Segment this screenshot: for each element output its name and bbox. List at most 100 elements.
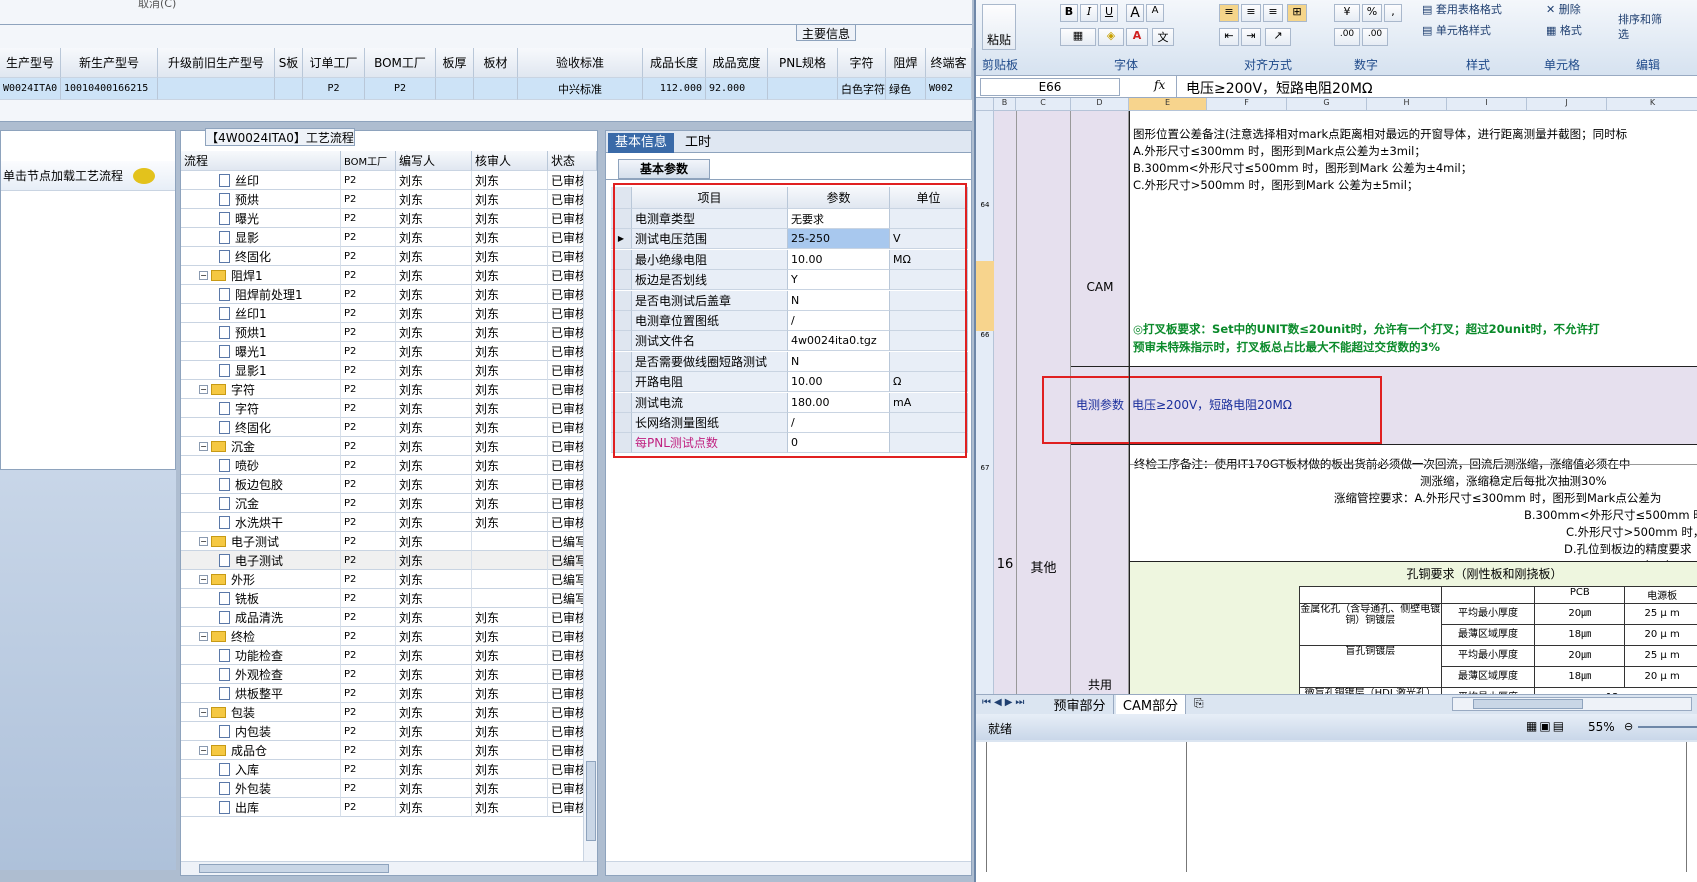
comma-button[interactable]: , — [1384, 4, 1402, 22]
grid-cell[interactable] — [768, 78, 838, 100]
tree-row[interactable]: − 沉金 P2 刘东 刘东 已审核 — [181, 437, 597, 456]
hole-table-row[interactable]: 盲孔铜镀层 平均最小厚度 20㎛ 25 μ m — [1299, 646, 1697, 667]
row-number[interactable]: 67 — [976, 464, 994, 472]
tree-node[interactable]: 水洗烘干 — [181, 513, 341, 532]
hole-table-row[interactable]: 金属化孔（含导通孔、侧壁电镀铜）铜镀层 平均最小厚度 20㎛ 25 μ m — [1299, 604, 1697, 625]
col-letter[interactable]: F — [1207, 98, 1287, 111]
tree-node[interactable]: 显影 — [181, 228, 341, 247]
zoom-level[interactable]: 55% — [1588, 720, 1615, 734]
col-letter[interactable]: G — [1287, 98, 1367, 111]
currency-button[interactable]: ¥ — [1334, 4, 1360, 22]
tree-row[interactable]: − 包装 P2 刘东 刘东 已审核 — [181, 703, 597, 722]
delete-button[interactable]: ✕ 删除 — [1546, 1, 1581, 17]
dec-decimal-button[interactable]: .00 — [1362, 28, 1388, 46]
tree-row[interactable]: − 阻焊1 P2 刘东 刘东 已审核 — [181, 266, 597, 285]
fill-color-button[interactable]: ◈ — [1098, 28, 1124, 46]
common-label[interactable]: 共用 — [1071, 676, 1129, 693]
tree-node[interactable]: 入库 — [181, 760, 341, 779]
select-all[interactable] — [976, 98, 994, 111]
col-header[interactable]: 升级前旧生产型号 — [158, 48, 275, 78]
tree-row[interactable]: 显影1 P2 刘东 刘东 已审核 — [181, 361, 597, 380]
collapse-toggle-icon[interactable]: − — [199, 270, 208, 280]
collapse-toggle-icon[interactable]: − — [199, 441, 208, 451]
tree-row[interactable]: 终固化 P2 刘东 刘东 已审核 — [181, 418, 597, 437]
tree-row[interactable]: 铣板 P2 刘东 已编写 — [181, 589, 597, 608]
name-box[interactable]: E66 — [980, 78, 1120, 96]
col-header[interactable]: 板厚 — [436, 48, 474, 78]
font-color-button[interactable]: A — [1126, 28, 1148, 46]
font-shrink-button[interactable]: A — [1146, 4, 1164, 22]
grid-cell[interactable]: 10010400166215 — [61, 78, 158, 100]
grid-cell[interactable] — [474, 78, 518, 100]
row-header-selected[interactable] — [976, 261, 994, 331]
grid-cell[interactable] — [275, 78, 303, 100]
tree-row[interactable]: 预烘 P2 刘东 刘东 已审核 — [181, 190, 597, 209]
tree-row[interactable]: 预烘1 P2 刘东 刘东 已审核 — [181, 323, 597, 342]
tree-node[interactable]: 功能检查 — [181, 646, 341, 665]
tree-row[interactable]: 出库 P2 刘东 刘东 已审核 — [181, 798, 597, 817]
col-header[interactable]: 状态 — [548, 151, 597, 171]
tree-row[interactable]: 烘板整平 P2 刘东 刘东 已审核 — [181, 684, 597, 703]
tree-node[interactable]: 阻焊前处理1 — [181, 285, 341, 304]
row-no-cell[interactable]: 16 — [994, 557, 1016, 572]
row-number[interactable]: 64 — [976, 201, 994, 209]
scroll-thumb[interactable] — [586, 761, 596, 841]
scroll-thumb[interactable] — [1473, 699, 1583, 709]
tree-node[interactable]: 板边包胶 — [181, 475, 341, 494]
grid-cell[interactable]: P2 — [303, 78, 365, 100]
tree-row[interactable]: 喷砂 P2 刘东 刘东 已审核 — [181, 456, 597, 475]
tree-node[interactable]: 曝光 — [181, 209, 341, 228]
align-left-button[interactable]: ≡ — [1219, 4, 1239, 22]
tree-row[interactable]: − 字符 P2 刘东 刘东 已审核 — [181, 380, 597, 399]
tree-row[interactable]: 丝印1 P2 刘东 刘东 已审核 — [181, 304, 597, 323]
col-letter[interactable]: D — [1071, 98, 1129, 111]
merge-button[interactable]: ⊞ — [1287, 4, 1307, 22]
zoom-slider[interactable] — [1638, 726, 1697, 728]
cross-board-text[interactable]: ◎打叉板要求：Set中的UNIT数≤20unit时，允许有一个打叉；超过20un… — [1133, 320, 1697, 356]
tree-row[interactable]: 显影 P2 刘东 刘东 已审核 — [181, 228, 597, 247]
tree-row[interactable]: 板边包胶 P2 刘东 刘东 已审核 — [181, 475, 597, 494]
tree-node[interactable]: 曝光1 — [181, 342, 341, 361]
tree-row[interactable]: 功能检查 P2 刘东 刘东 已审核 — [181, 646, 597, 665]
tree-node[interactable]: − 外形 — [181, 570, 341, 589]
underline-button[interactable]: U — [1100, 4, 1118, 22]
percent-button[interactable]: % — [1362, 4, 1382, 22]
row-number[interactable]: 66 — [976, 331, 994, 339]
bold-button[interactable]: B — [1060, 4, 1078, 22]
col-header[interactable]: S板 — [275, 48, 303, 78]
grid-cell[interactable]: W0024ITA0 — [0, 78, 61, 100]
tree-node[interactable]: 外观检查 — [181, 665, 341, 684]
collapse-toggle-icon[interactable]: − — [199, 536, 208, 546]
scroll-thumb[interactable] — [199, 864, 389, 873]
tree-vscrollbar[interactable] — [583, 171, 597, 861]
tree-node[interactable]: 终固化 — [181, 247, 341, 266]
tree-node[interactable]: 预烘1 — [181, 323, 341, 342]
col-letter[interactable]: J — [1527, 98, 1607, 111]
table-format-button[interactable]: ▤ 套用表格格式 — [1422, 1, 1502, 17]
italic-button[interactable]: I — [1080, 4, 1098, 22]
col-header[interactable]: BOM工厂 — [365, 48, 436, 78]
tree-row[interactable]: 沉金 P2 刘东 刘东 已审核 — [181, 494, 597, 513]
grid-cell[interactable] — [158, 78, 275, 100]
tree-node[interactable]: − 字符 — [181, 380, 341, 399]
tree-row[interactable]: 曝光 P2 刘东 刘东 已审核 — [181, 209, 597, 228]
tree-row[interactable]: 外包装 P2 刘东 刘东 已审核 — [181, 779, 597, 798]
view-buttons[interactable]: ▦▣▤ — [1526, 719, 1566, 733]
tree-row[interactable]: 字符 P2 刘东 刘东 已审核 — [181, 399, 597, 418]
product-grid-row[interactable]: W0024ITA0 10010400166215 P2 P2 中兴标准 112.… — [0, 78, 972, 100]
indent-dec-button[interactable]: ⇤ — [1219, 28, 1239, 46]
format-button[interactable]: ▦ 格式 — [1546, 22, 1582, 38]
tree-row[interactable]: 曝光1 P2 刘东 刘东 已审核 — [181, 342, 597, 361]
tree-node[interactable]: − 沉金 — [181, 437, 341, 456]
tree-row[interactable]: 内包装 P2 刘东 刘东 已审核 — [181, 722, 597, 741]
inc-decimal-button[interactable]: .00 — [1334, 28, 1360, 46]
tree-row[interactable]: − 成品仓 P2 刘东 刘东 已审核 — [181, 741, 597, 760]
tree-hscrollbar[interactable] — [181, 861, 597, 875]
tree-node[interactable]: 内包装 — [181, 722, 341, 741]
col-header[interactable]: 字符 — [838, 48, 886, 78]
hole-table-title[interactable]: 孔铜要求（刚性板和刚挠板） — [1130, 565, 1697, 582]
hole-table-row[interactable]: 最薄区域厚度 18㎛ 20 μ m — [1299, 625, 1697, 646]
col-header[interactable]: 阻焊 — [886, 48, 926, 78]
tree-row[interactable]: 丝印 P2 刘东 刘东 已审核 — [181, 171, 597, 190]
tree-node[interactable]: 外包装 — [181, 779, 341, 798]
